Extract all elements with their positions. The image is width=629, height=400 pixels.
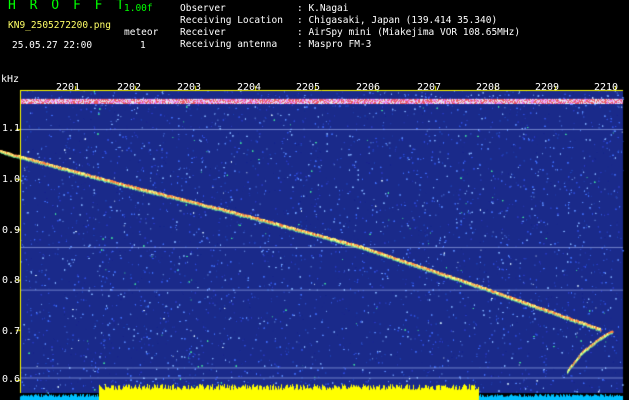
- y-tick-label: 0.7: [2, 326, 21, 337]
- receiver-label: Receiver: [180, 27, 226, 38]
- y-tick-label: 1.1: [2, 123, 21, 134]
- x-tick-label: 2203: [177, 82, 202, 93]
- x-tick-label: 2208: [476, 82, 501, 93]
- x-tick-label: 2204: [237, 82, 262, 93]
- observer-label: Observer: [180, 3, 226, 14]
- meteor-label: meteor: [124, 27, 159, 38]
- app-version: 1.00f: [124, 3, 153, 14]
- x-tick-label: 2205: [296, 82, 321, 93]
- y-tick-label: 0.8: [2, 275, 21, 286]
- receiver-value: : AirSpy mini (Miakejima VOR 108.65MHz): [297, 27, 521, 38]
- location-value: : Chigasaki, Japan (139.414 35.340): [297, 15, 498, 26]
- x-tick-label: 2206: [356, 82, 381, 93]
- y-tick-label: 0.6: [2, 374, 21, 385]
- y-axis-label: kHz: [1, 74, 20, 85]
- x-tick-label: 2201: [56, 82, 81, 93]
- x-tick-label: 2209: [535, 82, 560, 93]
- app-title: H R O F F T: [8, 0, 128, 13]
- meteor-count: 1: [140, 40, 146, 51]
- antenna-label: Receiving antenna: [180, 39, 278, 50]
- file-name: KN9_2505272200.png: [8, 20, 111, 31]
- y-tick-label: 0.9: [2, 225, 21, 236]
- x-tick-label: 2202: [117, 82, 142, 93]
- x-tick-label: 2210: [594, 82, 619, 93]
- y-tick-label: 1.0: [2, 174, 21, 185]
- antenna-value: : Maspro FM-3: [297, 39, 372, 50]
- observer-value: : K.Nagai: [297, 3, 349, 14]
- location-label: Receiving Location: [180, 15, 283, 26]
- spectrogram-plot: [0, 0, 629, 400]
- date-time: 25.05.27 22:00: [12, 40, 93, 51]
- x-tick-label: 2207: [417, 82, 442, 93]
